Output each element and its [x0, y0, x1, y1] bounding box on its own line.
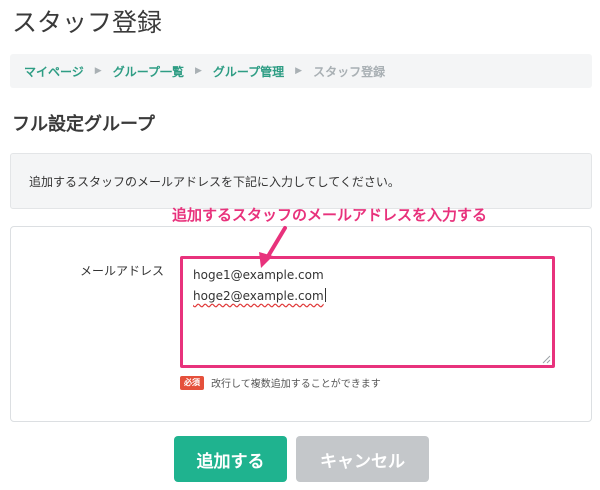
instruction-text: 追加するスタッフのメールアドレスを下記に入力してしてください。 [29, 174, 400, 189]
cancel-button[interactable]: キャンセル [296, 436, 429, 482]
breadcrumb-item-mypage[interactable]: マイページ [24, 63, 84, 80]
email-line: hoge2@example.com [193, 286, 542, 307]
breadcrumb-separator-icon: ▶ [295, 66, 303, 76]
page-title: スタッフ登録 [12, 8, 163, 37]
annotation-text: 追加するスタッフのメールアドレスを入力する [172, 206, 488, 224]
breadcrumb-item-group-management[interactable]: グループ管理 [213, 63, 284, 80]
resize-grip-icon[interactable] [542, 355, 551, 364]
breadcrumb-item-group-list[interactable]: グループ一覧 [113, 63, 184, 80]
annotation-arrow-icon [259, 226, 287, 268]
email-textarea[interactable]: hoge1@example.com hoge2@example.com [180, 256, 555, 368]
breadcrumb: マイページ ▶ グループ一覧 ▶ グループ管理 ▶ スタッフ登録 [10, 54, 592, 88]
hint-text: 改行して複数追加することができます [211, 379, 381, 390]
email-line-text: hoge2@example.com [193, 289, 324, 303]
annotation-callout: 追加するスタッフのメールアドレスを入力する [172, 204, 487, 225]
email-line: hoge1@example.com [193, 265, 542, 286]
breadcrumb-item-current: スタッフ登録 [313, 64, 386, 79]
breadcrumb-separator-icon: ▶ [194, 66, 202, 76]
email-line-text: hoge1@example.com [193, 268, 324, 282]
breadcrumb-separator-icon: ▶ [94, 66, 102, 76]
email-hint: 必須 改行して複数追加することができます [180, 375, 381, 390]
section-title: フル設定グループ [12, 114, 155, 135]
email-label: メールアドレス [80, 264, 165, 278]
required-badge: 必須 [180, 375, 204, 390]
text-caret [324, 288, 326, 302]
instruction-notice: 追加するスタッフのメールアドレスを下記に入力してしてください。 [10, 153, 592, 209]
add-button[interactable]: 追加する [174, 436, 287, 482]
